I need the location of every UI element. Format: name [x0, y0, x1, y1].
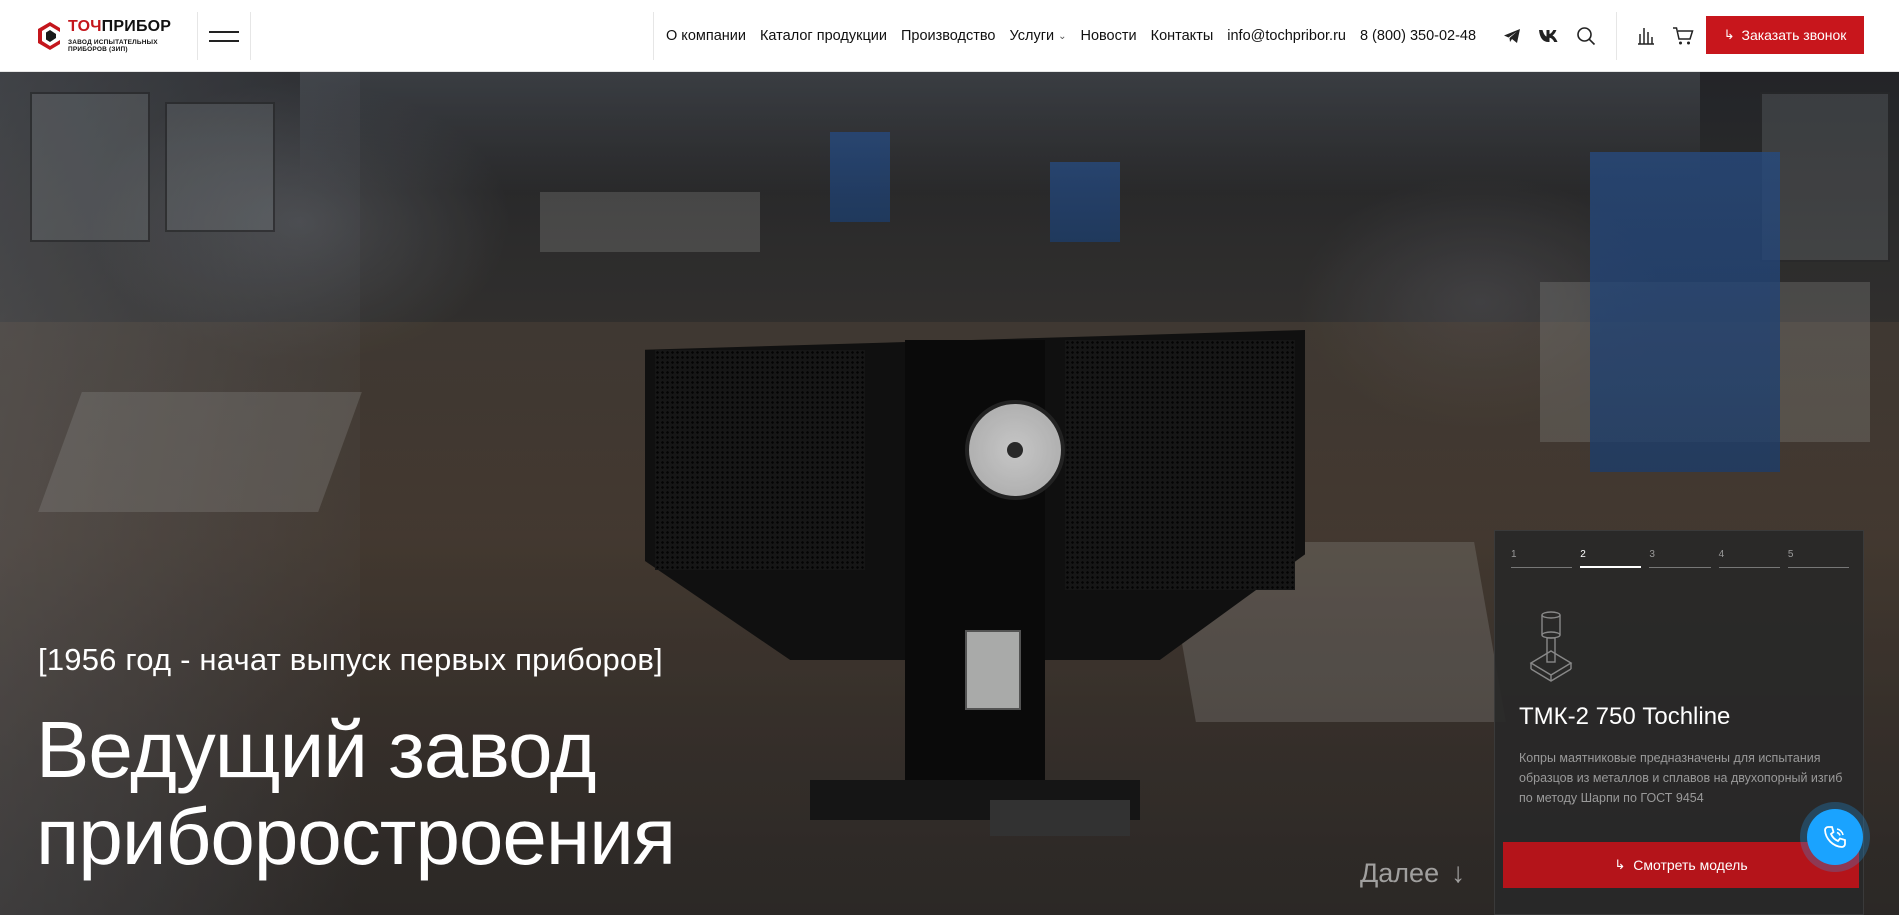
product-card: 1 2 3 4 5 ТМК-2 750 Tochline Копры маятн… — [1494, 530, 1864, 915]
search-icon[interactable] — [1575, 25, 1597, 47]
logo-mark-icon — [38, 22, 60, 50]
nav-item-services[interactable]: Услуги ⌄ — [1010, 28, 1067, 44]
product-title: ТМК-2 750 Tochline — [1519, 703, 1731, 730]
nav-divider — [653, 12, 654, 60]
logo-text: ТОЧПРИБОР ЗАВОД ИСПЫТАТЕЛЬНЫХ ПРИБОРОВ (… — [68, 19, 171, 54]
hero-title: Ведущий завод приборостроения — [36, 705, 676, 881]
scroll-more-label: Далее — [1360, 857, 1440, 888]
menu-burger-button[interactable] — [197, 12, 251, 60]
telegram-icon[interactable] — [1501, 25, 1523, 47]
step-tab-5[interactable]: 5 — [1787, 549, 1850, 568]
cart-icon[interactable] — [1672, 25, 1694, 47]
site-header: ТОЧПРИБОР ЗАВОД ИСПЫТАТЕЛЬНЫХ ПРИБОРОВ (… — [0, 0, 1899, 72]
nav-item-news[interactable]: Новости — [1080, 28, 1136, 44]
main-nav: О компании Каталог продукции Производств… — [666, 0, 1490, 72]
phone-icon — [1824, 826, 1846, 848]
step-tab-3[interactable]: 3 — [1649, 549, 1711, 568]
step-tab-4[interactable]: 4 — [1718, 549, 1780, 568]
logo-subtitle: ЗАВОД ИСПЫТАТЕЛЬНЫХ ПРИБОРОВ (ЗИП) — [68, 39, 171, 53]
callback-phone-button[interactable] — [1807, 809, 1863, 865]
hero-title-line1: Ведущий завод — [36, 705, 596, 794]
compare-icon[interactable] — [1635, 25, 1657, 47]
view-model-button[interactable]: ↳ Смотреть модель — [1503, 842, 1859, 888]
pendulum-tester-icon — [1529, 611, 1573, 682]
hero-title-line2: приборостроения — [36, 792, 676, 881]
product-description: Копры маятниковые предназначены для испы… — [1519, 751, 1843, 805]
arrow-return-icon: ↳ — [1614, 857, 1626, 872]
hero-subtitle: [1956 год - начат выпуск первых приборов… — [38, 642, 663, 677]
scroll-more-button[interactable]: Далее ↓ — [1360, 857, 1465, 889]
chevron-down-icon: ⌄ — [1058, 30, 1067, 42]
phone-link[interactable]: 8 (800) 350-02-48 — [1360, 28, 1476, 44]
logo-subtitle-line2: ПРИБОРОВ (ЗИП) — [68, 46, 128, 53]
logo-title-dark: ПРИБОР — [101, 18, 172, 35]
brand-logo[interactable]: ТОЧПРИБОР ЗАВОД ИСПЫТАТЕЛЬНЫХ ПРИБОРОВ (… — [38, 14, 188, 58]
burger-line — [209, 39, 239, 42]
email-link[interactable]: info@tochpribor.ru — [1227, 28, 1346, 44]
order-call-button[interactable]: ↳ Заказать звонок — [1706, 16, 1864, 54]
logo-title: ТОЧПРИБОР — [68, 19, 171, 35]
nav-item-services-label: Услуги — [1009, 28, 1055, 44]
nav-item-contacts[interactable]: Контакты — [1151, 28, 1214, 44]
order-call-button-label: Заказать звонок — [1741, 27, 1847, 43]
nav-item-catalog[interactable]: Каталог продукции — [760, 28, 887, 44]
product-stepper: 1 2 3 4 5 — [1511, 549, 1850, 568]
arrow-down-icon: ↓ — [1451, 857, 1466, 888]
header-icons — [1501, 0, 1709, 72]
logo-title-red: ТОЧ — [68, 18, 102, 35]
step-tab-1[interactable]: 1 — [1511, 549, 1573, 568]
nav-item-about[interactable]: О компании — [666, 28, 746, 44]
logo-subtitle-line1: ЗАВОД ИСПЫТАТЕЛЬНЫХ — [68, 39, 158, 46]
nav-item-production[interactable]: Производство — [901, 28, 996, 44]
arrow-return-icon: ↳ — [1723, 27, 1735, 42]
step-tab-2[interactable]: 2 — [1580, 549, 1642, 568]
burger-line — [209, 30, 239, 33]
icons-divider — [1616, 12, 1617, 60]
view-model-button-label: Смотреть модель — [1633, 857, 1748, 873]
vk-icon[interactable] — [1538, 25, 1560, 47]
